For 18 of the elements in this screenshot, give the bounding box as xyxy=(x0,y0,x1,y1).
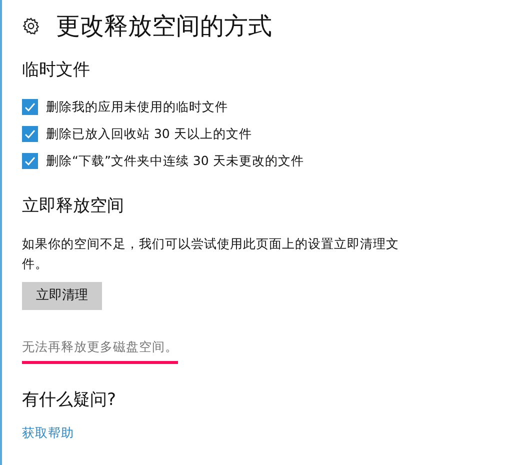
checkbox-label: 删除“下载”文件夹中连续 30 天未更改的文件 xyxy=(46,152,304,170)
section-heading: 临时文件 xyxy=(22,59,91,82)
clean-now-button[interactable]: 立即清理 xyxy=(22,282,102,310)
section-heading: 立即释放空间 xyxy=(22,195,125,218)
description-text: 如果你的空间不足，我们可以尝试使用此页面上的设置立即清理文件。 xyxy=(22,235,400,274)
checkbox-label: 删除已放入回收站 30 天以上的文件 xyxy=(46,124,252,143)
help-link[interactable]: 获取帮助 xyxy=(22,424,74,440)
checkmark-icon xyxy=(24,101,36,114)
checkmark-icon xyxy=(24,154,36,167)
section-heading: 有什么疑问? xyxy=(22,388,118,412)
page-title: 更改释放空间的方式 xyxy=(56,11,272,42)
checkbox[interactable] xyxy=(22,152,38,169)
checkbox[interactable] xyxy=(22,126,38,142)
checkbox[interactable] xyxy=(22,99,38,116)
checkbox-label: 删除我的应用未使用的临时文件 xyxy=(46,98,228,116)
checkmark-icon xyxy=(24,128,36,140)
status-text: 无法再释放更多磁盘空间。 xyxy=(22,338,178,364)
settings-icon xyxy=(22,17,40,35)
